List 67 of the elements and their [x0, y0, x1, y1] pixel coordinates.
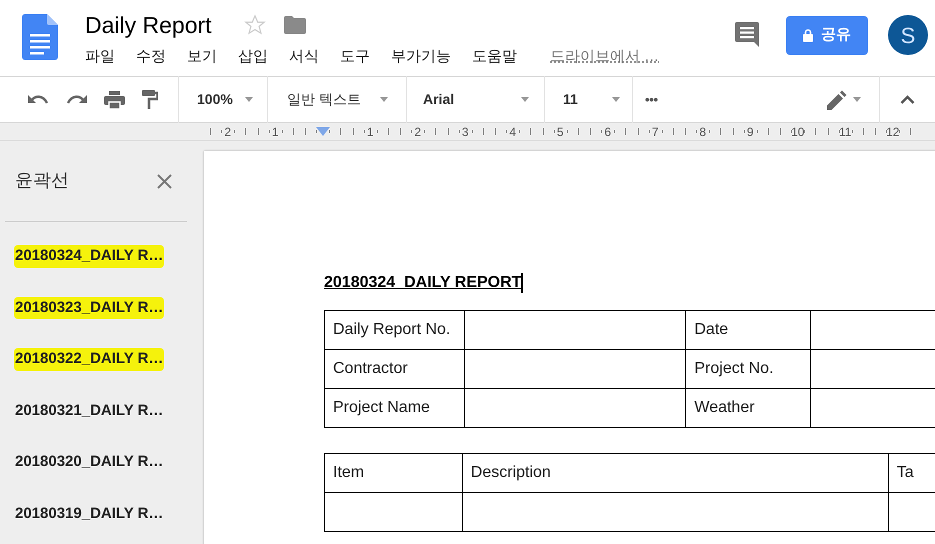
pencil-icon[interactable]: [827, 90, 847, 110]
folder-icon[interactable]: [284, 16, 306, 34]
ruler-number: 2: [414, 126, 422, 138]
column-header: Description: [462, 454, 888, 492]
text-cursor: [521, 273, 524, 293]
font-size-dropdown[interactable]: 11: [563, 89, 578, 110]
caret-icon: [244, 97, 253, 102]
ruler-number: 2: [224, 126, 232, 138]
redo-icon[interactable]: [66, 94, 87, 105]
lock-icon: [803, 29, 813, 42]
ruler-number: 10: [791, 126, 804, 138]
caret-icon: [521, 97, 530, 102]
menu-item[interactable]: 서식: [289, 46, 319, 68]
style-dropdown[interactable]: 일반 텍스트: [287, 89, 361, 110]
outline-item[interactable]: 20180319_DAILY R…: [14, 502, 164, 525]
user-avatar[interactable]: S: [888, 15, 928, 55]
ruler-number: 1: [272, 126, 279, 138]
column-header: Ta: [888, 454, 935, 492]
caret-icon: [853, 97, 861, 102]
document-heading: 20180324_DAILY REPORT: [324, 273, 522, 293]
comment-icon[interactable]: [735, 22, 760, 47]
ruler-number: 4: [509, 126, 516, 138]
menu-item[interactable]: 부가기능: [391, 46, 451, 68]
document-icon[interactable]: [22, 14, 58, 60]
ruler-number: 11: [839, 126, 852, 138]
caret-icon: [612, 97, 620, 102]
ruler-number: 1: [366, 126, 374, 138]
column-header: Item: [324, 454, 462, 492]
menu-item[interactable]: 도구: [340, 46, 370, 68]
indent-marker[interactable]: [316, 127, 330, 136]
table-cell: Daily Report No.: [324, 310, 464, 350]
drive-link[interactable]: 드라이브에서 …: [550, 46, 660, 68]
table-cell: Project No.: [686, 350, 811, 388]
undo-icon[interactable]: [28, 94, 49, 105]
paint-roller-icon[interactable]: [142, 90, 158, 109]
ruler-number: 8: [699, 126, 706, 138]
ruler-number: 9: [746, 126, 754, 138]
outline-item[interactable]: 20180321_DAILY R…: [14, 400, 164, 422]
ruler-number: 3: [462, 126, 469, 138]
table-cell: Contractor: [324, 350, 464, 388]
print-icon[interactable]: [104, 90, 125, 108]
caret-icon: [380, 97, 388, 102]
ruler-number: 6: [604, 126, 612, 138]
table-cell: Weather: [686, 388, 811, 428]
outline-item[interactable]: 20180324_DAILY R…: [14, 245, 164, 268]
outline-item[interactable]: 20180323_DAILY R…: [14, 296, 164, 319]
share-button[interactable]: 공유: [786, 16, 868, 55]
table-cell: Project Name: [324, 388, 464, 428]
ruler-number: 7: [652, 126, 659, 138]
menu-item[interactable]: 도움말: [472, 46, 517, 68]
menu-item[interactable]: 보기: [187, 46, 217, 68]
outline-title: 윤곽선: [15, 169, 69, 192]
zoom-dropdown[interactable]: 100%: [197, 89, 233, 110]
ruler-number: 12: [886, 126, 900, 138]
document-title[interactable]: Daily Report: [85, 8, 212, 42]
menu-item[interactable]: 수정: [136, 46, 166, 68]
outline-item[interactable]: 20180320_DAILY R…: [14, 451, 164, 474]
menu-item[interactable]: 삽입: [238, 46, 268, 68]
close-icon: [156, 174, 172, 188]
ruler-number: 5: [556, 126, 564, 138]
more-button[interactable]: •••: [645, 90, 658, 110]
menu-item[interactable]: 파일: [85, 46, 115, 68]
outline-item[interactable]: 20180322_DAILY R…: [14, 348, 164, 370]
table-cell: Date: [686, 310, 811, 350]
star-icon[interactable]: [244, 14, 266, 36]
collapse-icon[interactable]: [900, 95, 915, 104]
font-dropdown[interactable]: Arial: [423, 89, 454, 110]
